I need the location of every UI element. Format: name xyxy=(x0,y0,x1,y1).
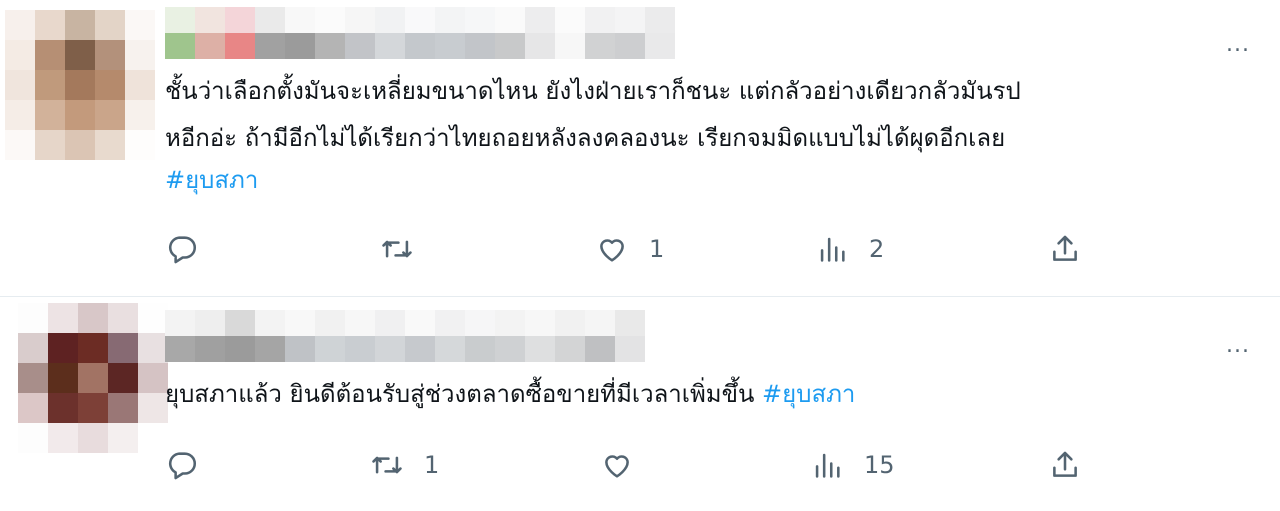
retweet-button[interactable]: 1 xyxy=(370,445,439,485)
share-icon xyxy=(1053,451,1077,477)
more-options-icon[interactable]: ... xyxy=(1218,34,1258,58)
like-count: 1 xyxy=(649,235,665,263)
tweet-actions: 1 2 xyxy=(0,229,1280,269)
tweet-text-line-2: หอีกอ่ะ ถ้ามีอีกไม่ได้เรียกว่าไทยถอยหลัง… xyxy=(165,124,1006,152)
reply-icon xyxy=(168,236,197,264)
author-name-blurred[interactable] xyxy=(165,7,675,59)
retweet-icon xyxy=(372,456,402,474)
avatar[interactable] xyxy=(5,10,155,160)
hashtag-link[interactable]: #ยุบสภา xyxy=(762,380,855,408)
retweet-button[interactable] xyxy=(380,229,414,269)
views-button[interactable]: 2 xyxy=(815,229,884,269)
retweet-icon xyxy=(382,240,412,258)
tweet-text-body: ยุบสภาแล้ว ยินดีต้อนรับสู่ช่วงตลาดซื้อขา… xyxy=(165,380,763,408)
hashtag-link[interactable]: #ยุบสภา xyxy=(165,162,258,198)
tweet-text: ยุบสภาแล้ว ยินดีต้อนรับสู่ช่วงตลาดซื้อขา… xyxy=(165,376,855,412)
share-button[interactable] xyxy=(1048,229,1082,269)
views-icon xyxy=(815,453,840,478)
views-icon xyxy=(820,237,845,262)
more-options-icon[interactable]: ... xyxy=(1218,335,1258,359)
tweet-card[interactable]: ... ยุบสภาแล้ว ยินดีต้อนรับสู่ช่วงตลาดซื… xyxy=(0,297,1280,511)
like-button[interactable] xyxy=(600,445,634,485)
views-count: 2 xyxy=(869,235,885,263)
share-button[interactable] xyxy=(1048,445,1082,485)
avatar[interactable] xyxy=(18,303,168,453)
share-icon xyxy=(1053,235,1077,261)
author-name-blurred[interactable] xyxy=(165,310,645,362)
tweet-card[interactable]: ... ชั้นว่าเลือกตั้งมันจะเหลี่ยมขนาดไหน … xyxy=(0,0,1280,296)
reply-button[interactable] xyxy=(165,229,199,269)
retweet-count: 1 xyxy=(424,451,440,479)
tweet-text-line-1: ชั้นว่าเลือกตั้งมันจะเหลี่ยมขนาดไหน ยังไ… xyxy=(165,77,1021,105)
like-button[interactable]: 1 xyxy=(595,229,664,269)
views-count: 15 xyxy=(864,451,895,479)
views-button[interactable]: 15 xyxy=(810,445,895,485)
like-icon xyxy=(605,455,629,478)
like-icon xyxy=(600,239,624,262)
tweet-actions: 1 15 xyxy=(0,445,1280,485)
reply-icon xyxy=(168,452,197,480)
reply-button[interactable] xyxy=(165,445,199,485)
